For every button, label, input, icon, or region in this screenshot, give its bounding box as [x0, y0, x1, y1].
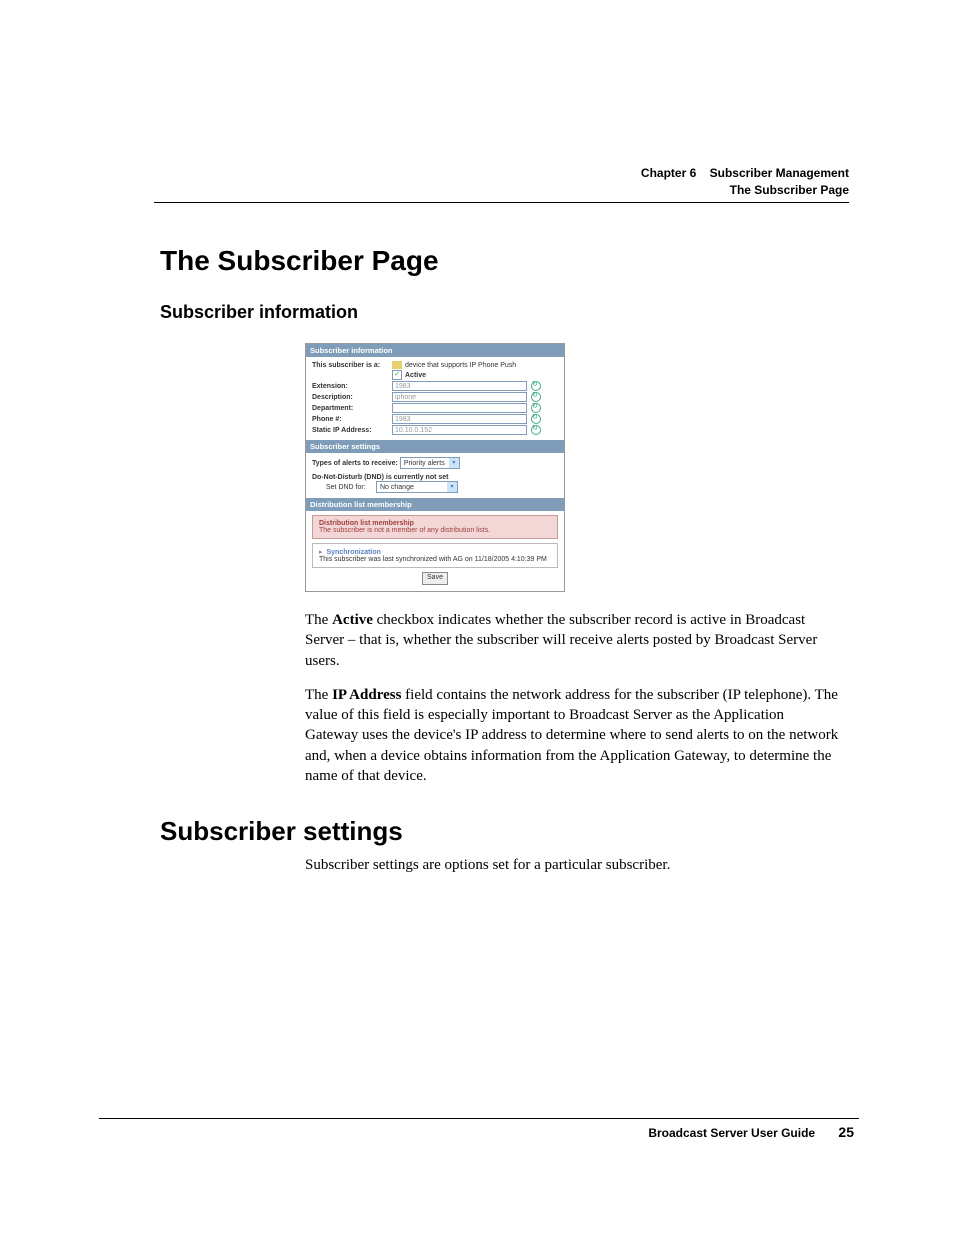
settings-paragraph: Subscriber settings are options set for …	[305, 855, 840, 875]
distribution-list-text: The subscriber is not a member of any di…	[319, 527, 551, 534]
synchronization-title: Synchronization	[326, 549, 380, 556]
section-title: Subscriber information	[160, 302, 840, 323]
subscriber-settings-header: Subscriber settings	[306, 440, 564, 453]
guide-title: Broadcast Server User Guide	[648, 1126, 815, 1140]
settings-title: Subscriber settings	[160, 816, 840, 847]
refresh-icon[interactable]	[531, 403, 541, 413]
expand-icon[interactable]: ▸	[319, 549, 323, 556]
save-button[interactable]: Save	[422, 572, 448, 585]
distribution-list-box: Distribution list membership The subscri…	[312, 515, 558, 539]
distribution-list-title: Distribution list membership	[319, 520, 551, 527]
subscriber-panel: Subscriber information This subscriber i…	[305, 343, 565, 592]
types-of-alerts-select[interactable]: Priority alerts ▾	[400, 457, 460, 469]
active-checkbox[interactable]: ✓	[392, 370, 402, 380]
refresh-icon[interactable]	[531, 414, 541, 424]
page-number: 25	[838, 1124, 854, 1140]
phone-label: Phone #:	[312, 416, 392, 423]
subscriber-info-header: Subscriber information	[306, 344, 564, 357]
dnd-status-label: Do-Not-Disturb (DND) is currently not se…	[312, 474, 449, 481]
paragraph-ip-address: The IP Address field contains the networ…	[305, 685, 840, 786]
subscriber-is-a-value: device that supports IP Phone Push	[405, 362, 516, 369]
footer-rule	[99, 1118, 859, 1119]
static-ip-input[interactable]: 10.10.0.152	[392, 425, 527, 435]
refresh-icon[interactable]	[531, 425, 541, 435]
phone-input[interactable]: 1983	[392, 414, 527, 424]
paragraph-active: The Active checkbox indicates whether th…	[305, 610, 840, 671]
header-rule	[154, 202, 849, 203]
refresh-icon[interactable]	[531, 381, 541, 391]
description-input[interactable]: iphone	[392, 392, 527, 402]
page-header: Chapter 6 Subscriber Management The Subs…	[641, 165, 849, 199]
chapter-title: Subscriber Management	[710, 166, 849, 180]
active-label: Active	[405, 372, 426, 379]
extension-input[interactable]: 1983	[392, 381, 527, 391]
types-of-alerts-label: Types of alerts to receive:	[312, 460, 398, 467]
distribution-list-header: Distribution list membership	[306, 498, 564, 511]
synchronization-box: ▸ Synchronization This subscriber was la…	[312, 543, 558, 568]
phone-icon	[392, 361, 402, 369]
chapter-number: Chapter 6	[641, 166, 696, 180]
set-dnd-value: No change	[377, 484, 447, 491]
page-footer: Broadcast Server User Guide 25	[648, 1124, 854, 1140]
chevron-down-icon: ▾	[449, 458, 459, 468]
body-text: The Active checkbox indicates whether th…	[305, 610, 840, 786]
department-input[interactable]	[392, 403, 527, 413]
chevron-down-icon: ▾	[447, 482, 457, 492]
static-ip-label: Static IP Address:	[312, 427, 392, 434]
page-title: The Subscriber Page	[160, 245, 840, 277]
set-dnd-select[interactable]: No change ▾	[376, 481, 458, 493]
department-label: Department:	[312, 405, 392, 412]
set-dnd-label: Set DND for:	[326, 484, 376, 491]
synchronization-text: This subscriber was last synchronized wi…	[319, 556, 551, 563]
subscriber-is-a-label: This subscriber is a:	[312, 362, 392, 369]
description-label: Description:	[312, 394, 392, 401]
section-name: The Subscriber Page	[641, 182, 849, 199]
types-of-alerts-value: Priority alerts	[401, 460, 449, 467]
extension-label: Extension:	[312, 383, 392, 390]
refresh-icon[interactable]	[531, 392, 541, 402]
